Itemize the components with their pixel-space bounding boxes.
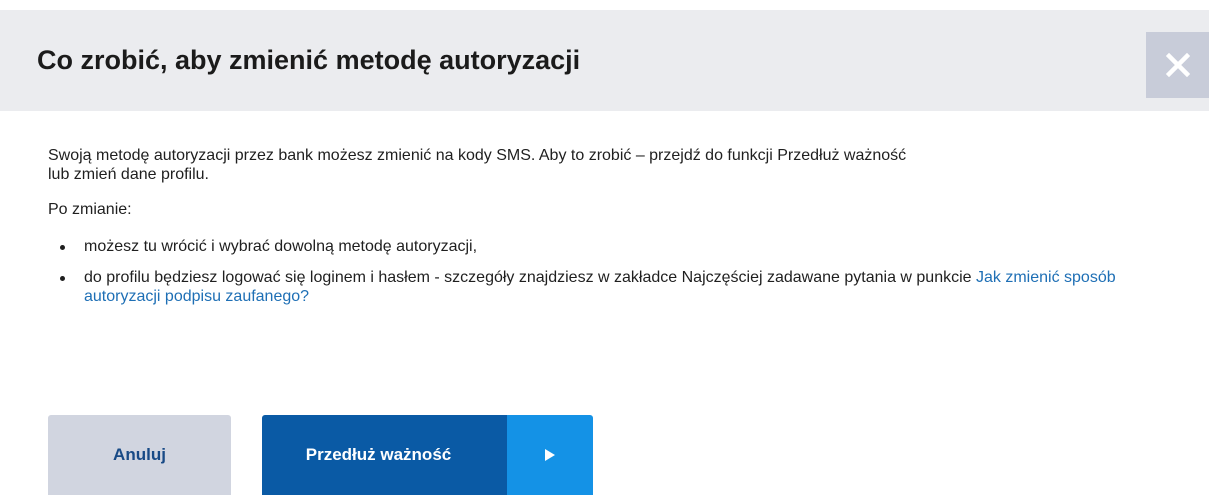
- dialog-title: Co zrobić, aby zmienić metodę autoryzacj…: [37, 45, 581, 75]
- extend-validity-button[interactable]: Przedłuż ważność: [262, 415, 593, 495]
- top-strip: [0, 0, 1209, 10]
- cancel-button[interactable]: Anuluj: [48, 415, 231, 495]
- play-arrow-icon: [507, 415, 593, 495]
- dialog: Co zrobić, aby zmienić metodę autoryzacj…: [0, 0, 1209, 495]
- after-change-label: Po zmianie:: [48, 201, 132, 218]
- intro-text: Swoją metodę autoryzacji przez bank może…: [48, 147, 907, 183]
- change-consequences-list: możesz tu wrócić i wybrać dowolną metodę…: [48, 237, 1168, 306]
- list-item-text: możesz tu wrócić i wybrać dowolną metodę…: [84, 238, 478, 255]
- bullet-dot: [60, 276, 65, 281]
- close-button[interactable]: [1146, 32, 1209, 98]
- close-icon: [1165, 53, 1190, 77]
- list-item: do profilu będziesz logować się loginem …: [60, 268, 1154, 306]
- list-item-text: do profilu będziesz logować się loginem …: [84, 269, 976, 286]
- bullet-dot: [60, 245, 65, 250]
- list-item: możesz tu wrócić i wybrać dowolną metodę…: [60, 237, 1154, 256]
- extend-validity-label: Przedłuż ważność: [262, 415, 507, 495]
- dialog-body: Swoją metodę autoryzacji przez bank może…: [48, 146, 1168, 318]
